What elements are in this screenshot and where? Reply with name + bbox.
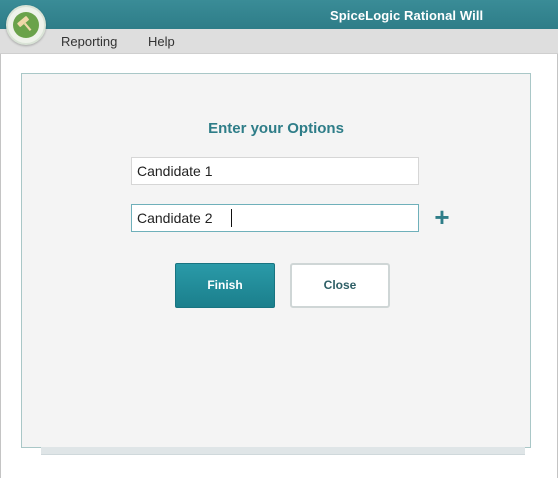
- title-bar: SpiceLogic Rational Will: [0, 0, 558, 29]
- close-button[interactable]: Close: [290, 263, 390, 308]
- option-input-1[interactable]: [131, 157, 419, 185]
- options-panel: Enter your Options + Finish Close: [21, 73, 531, 448]
- text-cursor: [231, 209, 232, 227]
- panel-shadow: [41, 447, 525, 455]
- menu-bar: Reporting Help: [0, 29, 558, 54]
- plus-icon[interactable]: +: [430, 204, 454, 230]
- gavel-icon: [13, 12, 39, 38]
- option-input-2[interactable]: [131, 204, 419, 232]
- finish-button[interactable]: Finish: [175, 263, 275, 308]
- dialog-heading: Enter your Options: [208, 120, 344, 137]
- app-title: SpiceLogic Rational Will: [330, 8, 484, 23]
- app-logo[interactable]: [6, 5, 46, 45]
- menu-help[interactable]: Help: [148, 34, 175, 49]
- menu-reporting[interactable]: Reporting: [61, 34, 117, 49]
